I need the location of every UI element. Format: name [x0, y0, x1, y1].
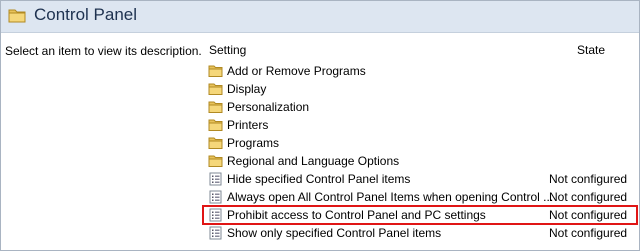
folder-icon [208, 118, 223, 132]
setting-row[interactable]: Show only specified Control Panel items N… [203, 224, 639, 242]
page-title: Control Panel [34, 5, 138, 24]
column-setting[interactable]: Setting [209, 43, 246, 57]
row-label: Always open All Control Panel Items when… [227, 190, 554, 204]
row-state: Not configured [549, 190, 628, 204]
folder-icon [208, 82, 223, 96]
row-label: Programs [227, 136, 280, 150]
row-state: Not configured [549, 172, 628, 186]
title-bar: Control Panel [1, 1, 639, 33]
row-state: Not configured [549, 208, 628, 222]
row-label: Show only specified Control Panel items [227, 226, 442, 240]
folder-icon [208, 136, 223, 150]
folder-row[interactable]: Add or Remove Programs [203, 62, 639, 80]
folder-row[interactable]: Personalization [203, 98, 639, 116]
setting-row[interactable]: Hide specified Control Panel items Not co… [203, 170, 639, 188]
settings-list: Add or Remove Programs Display Personaliza… [202, 62, 639, 242]
column-header: Setting State [203, 33, 639, 59]
row-label: Prohibit access to Control Panel and PC … [227, 208, 486, 222]
control-panel-window: Control Panel Select an item to view its… [0, 0, 640, 251]
setting-row[interactable]: Prohibit access to Control Panel and PC … [202, 205, 638, 225]
folder-row[interactable]: Printers [203, 116, 639, 134]
setting-row[interactable]: Always open All Control Panel Items when… [203, 188, 639, 206]
folder-row[interactable]: Programs [203, 134, 639, 152]
column-state[interactable]: State [577, 43, 605, 57]
folder-icon [208, 154, 223, 168]
folder-row[interactable]: Regional and Language Options [203, 152, 639, 170]
policy-setting-icon [208, 172, 223, 186]
row-state: Not configured [549, 226, 628, 240]
folder-row[interactable]: Display [203, 80, 639, 98]
policy-setting-icon [208, 208, 223, 222]
folder-icon [8, 7, 26, 26]
row-label: Hide specified Control Panel items [227, 172, 411, 186]
policy-setting-icon [208, 226, 223, 240]
policy-setting-icon [208, 190, 223, 204]
description-text: Select an item to view its description. [5, 44, 202, 58]
folder-icon [208, 100, 223, 114]
row-label: Printers [227, 118, 269, 132]
row-label: Display [227, 82, 267, 96]
row-label: Add or Remove Programs [227, 64, 366, 78]
row-label: Personalization [227, 100, 310, 114]
folder-icon [208, 64, 223, 78]
row-label: Regional and Language Options [227, 154, 400, 168]
